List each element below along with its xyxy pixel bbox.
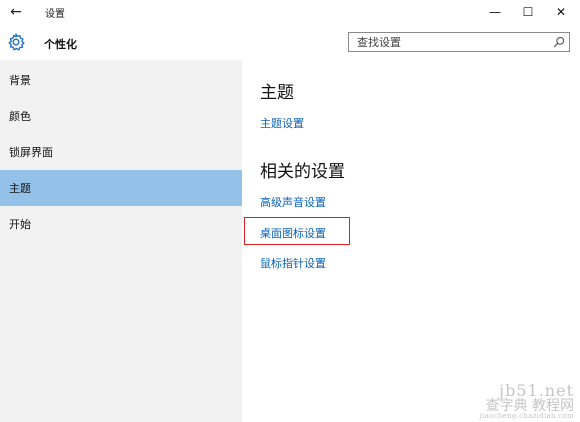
maximize-icon: ☐: [522, 5, 534, 19]
sidebar: 背景 颜色 锁屏界面 主题 开始: [0, 60, 242, 422]
desktop-icon-settings-link[interactable]: 桌面图标设置: [260, 225, 326, 241]
close-icon: ✕: [555, 5, 567, 19]
watermark-site: jb51.net: [499, 381, 574, 400]
page-header: 个性化: [0, 24, 580, 60]
minimize-icon: —: [489, 5, 501, 19]
search-input[interactable]: [349, 33, 547, 51]
app-title: 设置: [45, 9, 65, 20]
section-heading-related-settings: 相关的设置: [260, 162, 345, 182]
watermark-brand: 查字典 教程网: [485, 398, 574, 414]
theme-settings-link[interactable]: 主题设置: [260, 115, 304, 131]
sidebar-item-label: 颜色: [9, 110, 31, 123]
watermark-url: jiaocheng.chazidian.com: [479, 412, 574, 420]
sidebar-item-lock-screen[interactable]: 锁屏界面: [0, 134, 242, 170]
sidebar-item-label: 开始: [9, 218, 31, 231]
sidebar-item-colors[interactable]: 颜色: [0, 98, 242, 134]
page-title: 个性化: [44, 38, 77, 51]
back-button[interactable]: ←: [4, 0, 28, 24]
title-bar: ← 设置 — ☐ ✕: [0, 0, 580, 24]
search-icon[interactable]: [553, 36, 565, 48]
back-arrow-icon: ←: [10, 4, 22, 20]
mouse-pointer-settings-link[interactable]: 鼠标指针设置: [260, 255, 326, 271]
watermark: jb51.net 查字典 教程网 jiaocheng.chazidian.com: [480, 383, 574, 420]
minimize-button[interactable]: —: [480, 0, 510, 24]
main-content: 主题 主题设置 相关的设置 高级声音设置 桌面图标设置 鼠标指针设置: [242, 60, 580, 422]
advanced-sound-settings-link[interactable]: 高级声音设置: [260, 194, 326, 210]
maximize-button[interactable]: ☐: [513, 0, 543, 24]
sidebar-item-label: 背景: [9, 74, 31, 87]
sidebar-item-label: 主题: [9, 182, 31, 195]
gear-icon: [8, 33, 25, 51]
sidebar-item-start[interactable]: 开始: [0, 206, 242, 242]
sidebar-item-themes[interactable]: 主题: [0, 170, 242, 206]
sidebar-item-label: 锁屏界面: [9, 146, 53, 159]
sidebar-item-background[interactable]: 背景: [0, 62, 242, 98]
search-box[interactable]: [348, 32, 570, 52]
close-button[interactable]: ✕: [546, 0, 576, 24]
section-heading-themes: 主题: [260, 83, 294, 103]
